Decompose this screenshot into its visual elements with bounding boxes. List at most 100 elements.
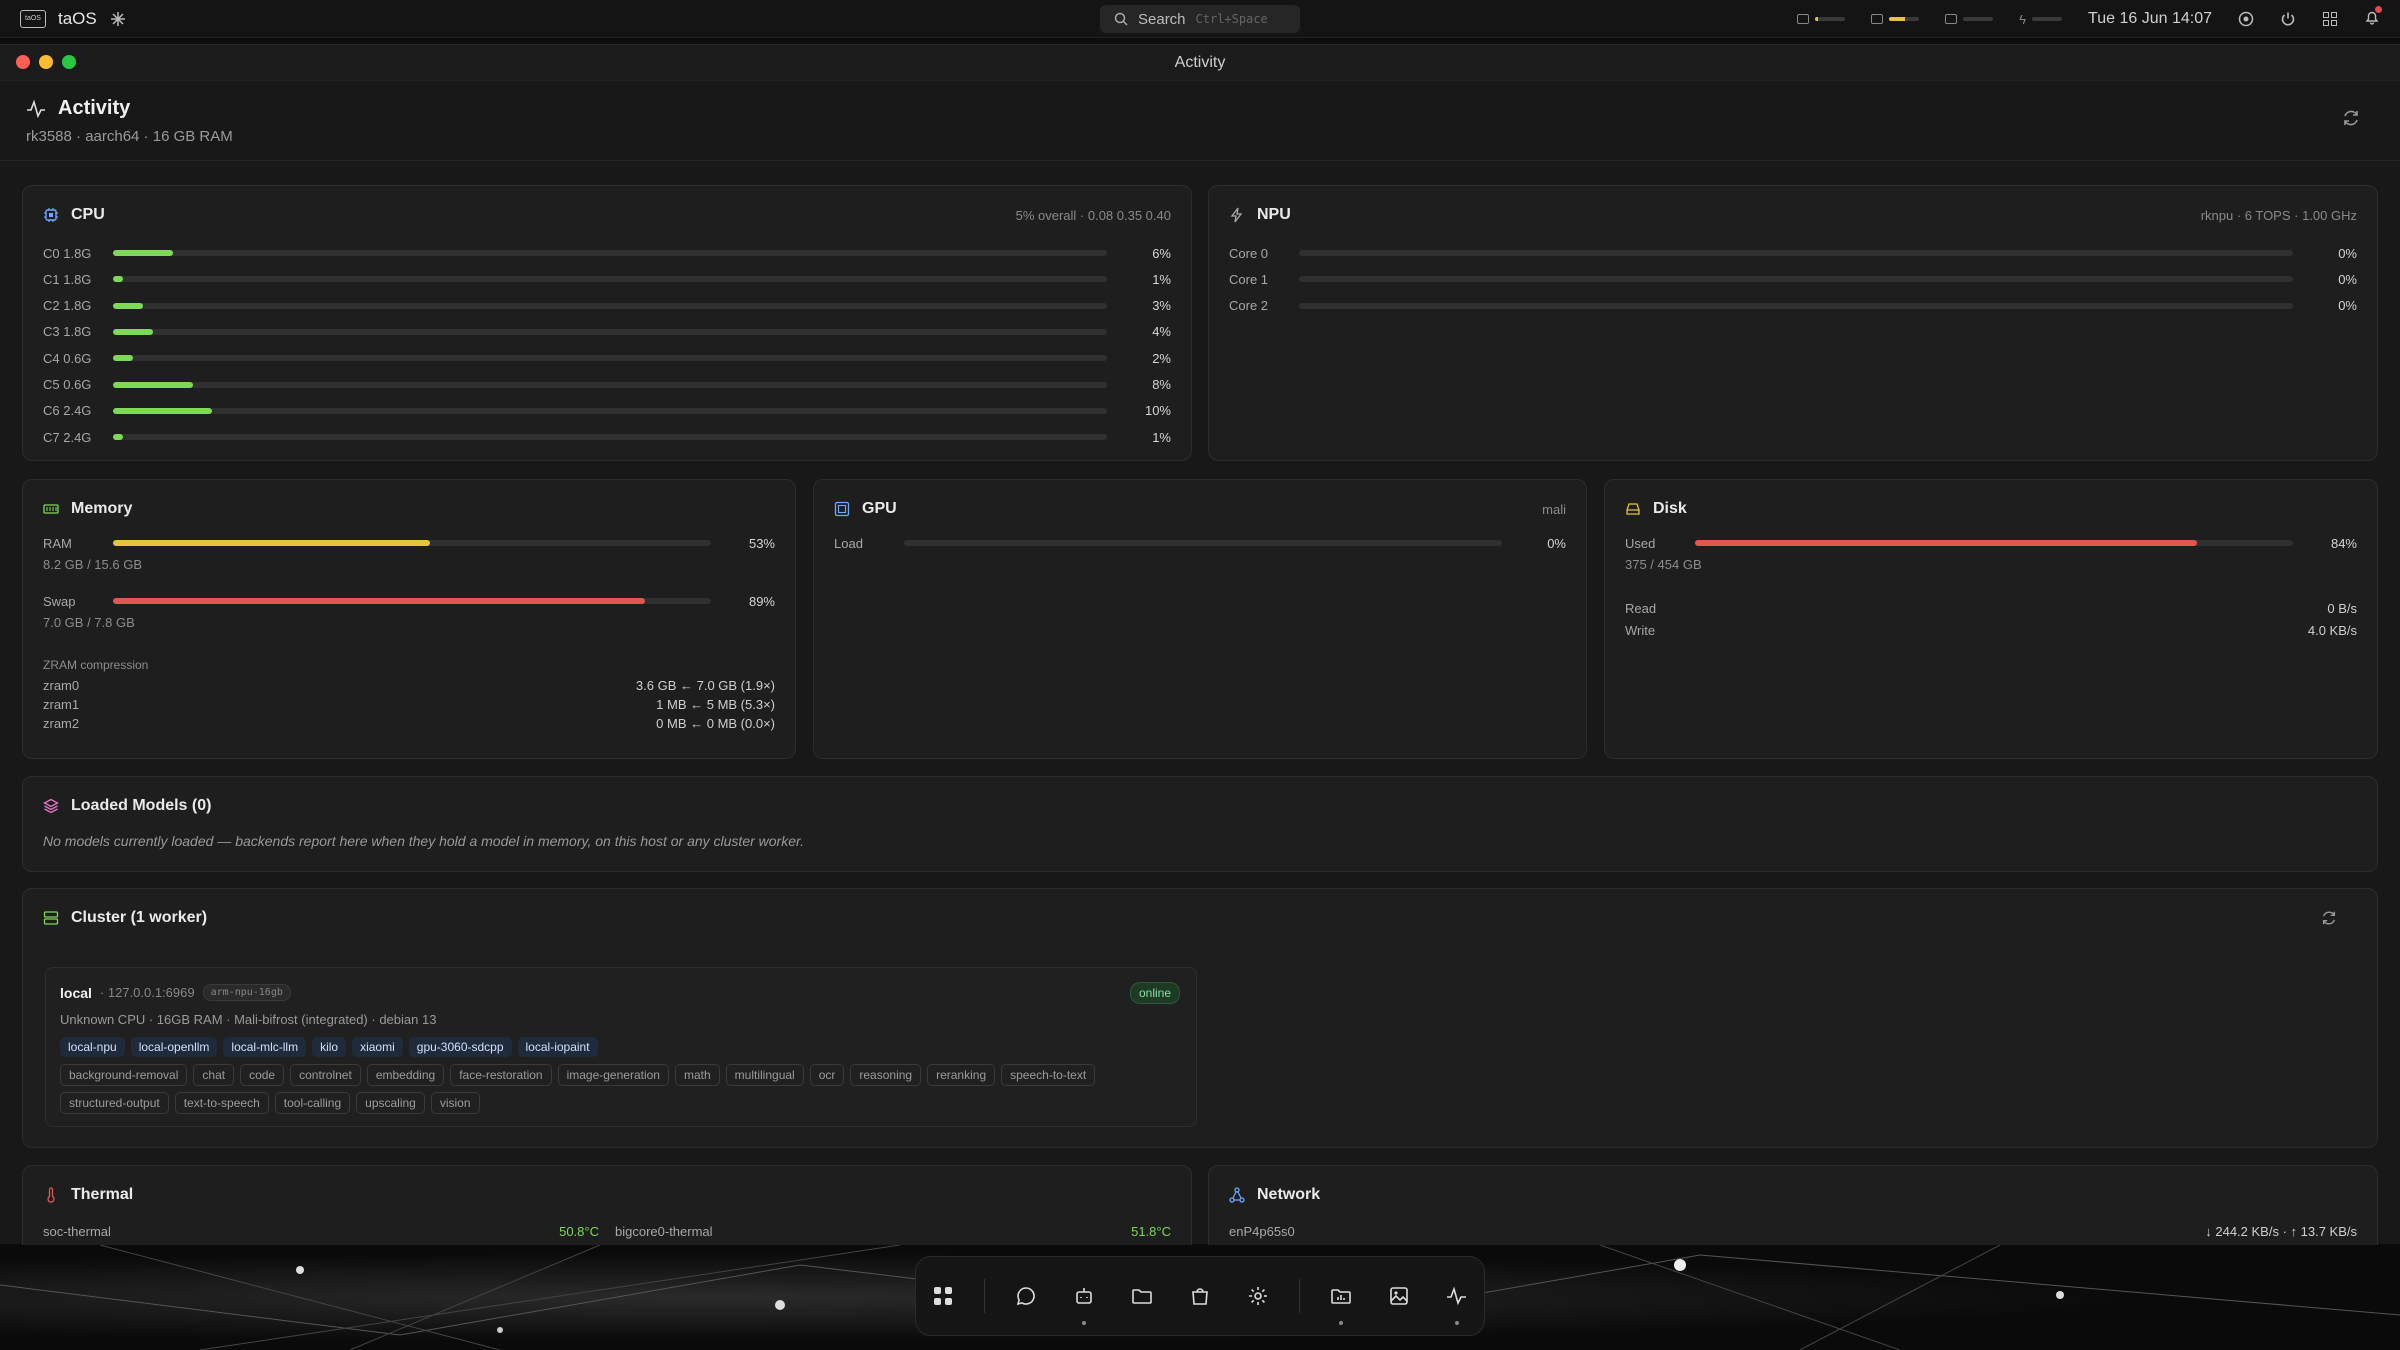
usage-bar-fill <box>113 250 173 256</box>
capability-chip: math <box>674 1064 720 1086</box>
capability-chip: reasoning <box>850 1064 922 1086</box>
npu-indicator[interactable]: ϟ <box>2019 12 2063 27</box>
disk-indicator[interactable] <box>1945 14 1994 24</box>
layers-icon <box>43 798 59 814</box>
swap-row: Swap 89% <box>43 593 775 609</box>
usage-bar <box>1299 276 2293 283</box>
thermal-sensor-name: bigcore0-thermal <box>615 1224 713 1239</box>
dock-separator <box>1299 1279 1300 1313</box>
notifications-button[interactable] <box>2364 5 2382 30</box>
backend-chip: local-iopaint <box>517 1037 598 1057</box>
usage-bar <box>113 407 1107 414</box>
memory-tray-icon <box>1871 14 1884 24</box>
usage-bar <box>113 434 1107 441</box>
worker-tag: arm-npu-16gb <box>202 984 291 1001</box>
record-icon[interactable] <box>2238 11 2254 27</box>
memory-indicator[interactable] <box>1871 14 1920 24</box>
grid-icon[interactable] <box>2322 11 2338 27</box>
usage-bar-fill <box>113 381 193 388</box>
page-header: Activity rk3588 · aarch64 · 16 GB RAM <box>0 81 2400 161</box>
maximize-window-button[interactable] <box>62 55 76 69</box>
dock-files-button[interactable] <box>1125 1279 1159 1313</box>
apps-grid-icon <box>934 1287 952 1305</box>
usage-bar <box>113 302 1107 309</box>
dock-images-button[interactable] <box>1382 1279 1416 1313</box>
usage-label: C1 1.8G <box>43 271 92 287</box>
disk-write-value: 4.0 KB/s <box>2307 623 2357 638</box>
zram-row: zram0 3.6 GB ← 7.0 GB (1.9×) <box>43 678 775 693</box>
usage-bar <box>1299 250 2293 256</box>
usage-row: Core 1 0% <box>1229 271 2357 287</box>
dock-chat-button[interactable] <box>1009 1279 1043 1313</box>
search-bar[interactable]: Search Ctrl+Space <box>1100 5 1300 33</box>
usage-pct: 0% <box>2338 271 2357 287</box>
usage-pct: 4% <box>1152 324 1171 340</box>
dock-activity-button[interactable] <box>1440 1279 1474 1325</box>
thermal-sensor-value: 51.8°C <box>1131 1224 1171 1239</box>
capability-chip: multilingual <box>725 1064 804 1086</box>
usage-pct: 8% <box>1152 377 1171 392</box>
activity-icon <box>27 98 45 118</box>
dock-store-button[interactable] <box>1183 1279 1217 1313</box>
usage-bar-fill <box>113 302 143 309</box>
capability-chip: embedding <box>366 1064 445 1086</box>
capability-chip: vision <box>430 1092 480 1114</box>
cpu-indicator[interactable] <box>1797 14 1846 24</box>
usage-label: C3 1.8G <box>43 324 92 340</box>
usage-pct: 0% <box>2338 298 2357 314</box>
disk-read-value: 0 B/s <box>2327 601 2357 616</box>
swap-detail: 7.0 GB / 7.8 GB <box>43 615 135 630</box>
gpu-card: GPU mali Load 0% <box>813 479 1587 759</box>
usage-label: Core 1 <box>1229 271 1269 287</box>
capability-chip: code <box>240 1064 285 1086</box>
minimize-window-button[interactable] <box>39 55 53 69</box>
memory-icon <box>43 504 59 514</box>
dock-apps-button[interactable] <box>926 1279 960 1313</box>
dock-agents-button[interactable] <box>1067 1279 1101 1325</box>
cluster-refresh-icon[interactable] <box>2321 910 2337 926</box>
capability-chip: tool-calling <box>274 1092 351 1114</box>
cluster-title: Cluster (1 worker) <box>71 909 208 926</box>
window-title: Activity <box>1174 53 1226 71</box>
backend-chip: gpu-3060-sdcpp <box>408 1037 512 1057</box>
ram-pct: 53% <box>748 535 775 551</box>
usage-row: C2 1.8G 3% <box>43 298 1171 314</box>
shopping-bag-icon <box>1192 1288 1208 1305</box>
capability-chip: image-generation <box>557 1064 669 1086</box>
usage-label: C7 2.4G <box>43 429 92 445</box>
usage-bar-fill <box>113 276 123 283</box>
usage-label: C5 0.6G <box>43 377 92 392</box>
page-title: Activity <box>58 97 131 119</box>
cluster-card: Cluster (1 worker) local · 127.0.0.1:696… <box>22 888 2378 1148</box>
network-title: Network <box>1257 1186 1321 1203</box>
usage-label: Core 2 <box>1229 298 1269 314</box>
disk-used-label: Used <box>1625 535 1656 551</box>
system-tray: ϟ Tue 16 Jun 14:07 <box>1797 0 2382 38</box>
sparkle-icon[interactable] <box>109 10 127 28</box>
taos-logo-icon: taOS <box>20 9 46 28</box>
gpu-load-pct: 0% <box>1547 535 1566 551</box>
disk-bar-fill <box>1695 540 2198 546</box>
backend-chips: local-npu local-openllm local-mlc-llm kilo x… <box>60 1037 604 1057</box>
brand[interactable]: taOS taOS <box>0 9 127 29</box>
usage-label: C6 2.4G <box>43 403 92 419</box>
worker-card[interactable]: local · 127.0.0.1:6969 arm-npu-16gb onli… <box>45 967 1197 1127</box>
zram-name: zram2 <box>43 716 80 731</box>
window-titlebar[interactable]: Activity <box>0 45 2400 81</box>
worker-status-badge: online <box>1129 982 1180 1004</box>
chat-icon <box>1016 1287 1035 1306</box>
clock[interactable]: Tue 16 Jun 14:07 <box>2088 10 2212 28</box>
folder-chart-icon <box>1331 1289 1351 1304</box>
usage-row: C4 0.6G 2% <box>43 350 1171 366</box>
cpu-title: CPU <box>71 206 105 223</box>
cpu-card: CPU 5% overall · 0.08 0.35 0.40 C0 1.8G 6… <box>22 185 1192 461</box>
backend-chip: local-openllm <box>130 1037 218 1057</box>
close-window-button[interactable] <box>16 55 30 69</box>
power-icon[interactable] <box>2280 11 2296 27</box>
disk-used-bar <box>1695 540 2293 546</box>
dock-settings-button[interactable] <box>1241 1279 1275 1313</box>
dock-monitor-button[interactable] <box>1324 1279 1358 1325</box>
usage-pct: 1% <box>1152 271 1171 287</box>
ram-bar-fill <box>113 540 430 546</box>
refresh-icon[interactable] <box>2342 109 2360 127</box>
